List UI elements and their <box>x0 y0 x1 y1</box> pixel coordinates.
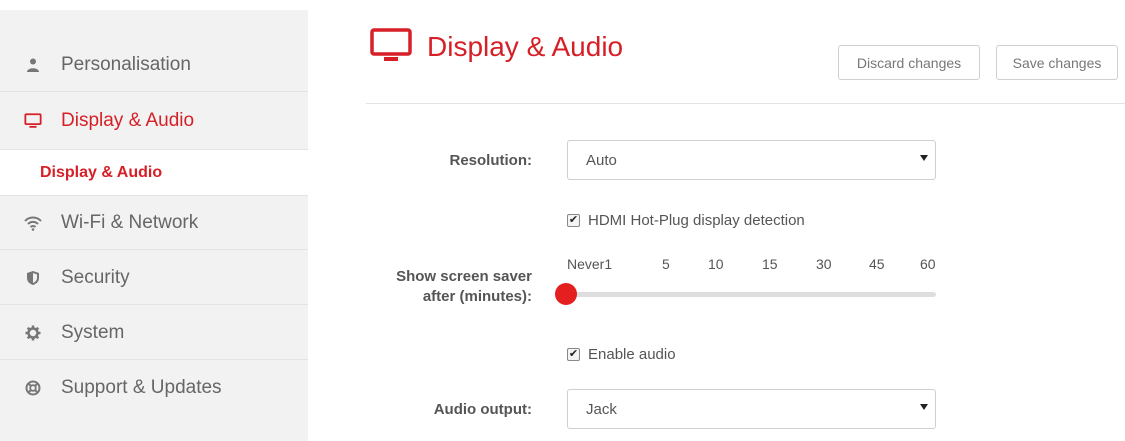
sidebar-item-support-updates[interactable]: Support & Updates <box>0 361 308 415</box>
resolution-select[interactable]: Auto <box>567 140 936 180</box>
lifebuoy-icon <box>24 379 42 397</box>
shield-icon <box>24 269 42 287</box>
sidebar-item-label: Wi-Fi & Network <box>61 211 199 233</box>
sidebar-item-display-audio[interactable]: Display & Audio <box>0 94 308 148</box>
enable-audio-label: Enable audio <box>588 346 676 363</box>
audio-output-value: Jack <box>586 401 617 418</box>
screen-saver-slider-track[interactable] <box>567 292 936 297</box>
sidebar-item-label: Display & Audio <box>61 110 195 131</box>
hdmi-detection-checkbox[interactable]: ✔ <box>567 214 580 227</box>
slider-tick-label: Never1 <box>567 256 613 272</box>
save-changes-button[interactable]: Save changes <box>996 45 1118 80</box>
sidebar-item-wifi-network[interactable]: Wi-Fi & Network <box>0 196 308 250</box>
user-icon <box>24 56 42 74</box>
audio-output-select[interactable]: Jack <box>567 389 936 429</box>
sidebar: Personalisation Display & Audio Display … <box>0 10 308 441</box>
sidebar-item-label: Security <box>61 266 130 288</box>
resolution-value: Auto <box>586 152 617 169</box>
sidebar-subitem-display-audio[interactable]: Display & Audio <box>0 149 308 196</box>
slider-tick-label: 15 <box>762 256 778 272</box>
slider-tick-label: 10 <box>708 256 724 272</box>
sidebar-subitem-label: Display & Audio <box>40 164 163 181</box>
hdmi-detection-row: ✔ HDMI Hot-Plug display detection <box>567 212 805 229</box>
header-divider <box>366 103 1125 104</box>
screen-saver-label: Show screen saver after (minutes): <box>396 268 532 305</box>
page-title: Display & Audio <box>427 31 624 62</box>
slider-tick-label: 30 <box>816 256 832 272</box>
monitor-icon <box>24 112 42 130</box>
chevron-down-icon <box>920 155 928 161</box>
sidebar-item-label: System <box>61 321 125 343</box>
wifi-icon <box>24 214 42 232</box>
sidebar-item-label: Support & Updates <box>61 377 222 398</box>
screen-saver-label-line2: after (minutes): <box>422 288 532 305</box>
screen-saver-label-line1: Show screen saver <box>396 268 532 285</box>
discard-changes-button[interactable]: Discard changes <box>838 45 980 80</box>
audio-output-label: Audio output: <box>433 401 532 418</box>
slider-tick-label: 5 <box>662 256 670 272</box>
enable-audio-checkbox[interactable]: ✔ <box>567 348 580 361</box>
sidebar-item-label: Personalisation <box>61 53 191 75</box>
sidebar-item-system[interactable]: System <box>0 306 308 360</box>
slider-tick-label: 60 <box>920 256 936 272</box>
hdmi-detection-label: HDMI Hot-Plug display detection <box>588 212 805 229</box>
enable-audio-row: ✔ Enable audio <box>567 346 676 363</box>
resolution-label: Resolution: <box>449 152 533 169</box>
sidebar-item-personalisation[interactable]: Personalisation <box>0 38 308 92</box>
gear-icon <box>24 324 42 342</box>
screen-saver-slider-thumb[interactable] <box>555 283 577 305</box>
sidebar-item-security[interactable]: Security <box>0 251 308 305</box>
chevron-down-icon <box>920 404 928 410</box>
monitor-icon <box>370 28 412 69</box>
slider-tick-label: 45 <box>869 256 885 272</box>
